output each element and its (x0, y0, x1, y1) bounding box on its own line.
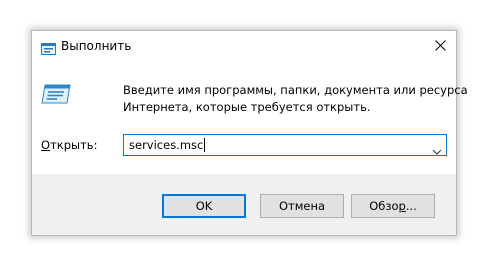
text-caret (204, 138, 206, 152)
open-input-value: services.msc (129, 138, 204, 152)
open-label: Открыть: (41, 137, 97, 153)
description-line: Введите имя программы, папки, документа … (123, 83, 468, 97)
button-bar: OK Отмена Обзор... (32, 174, 456, 235)
browse-button[interactable]: Обзор... (351, 194, 435, 218)
run-icon (41, 40, 56, 55)
page: Выполнить Введите имя программы, папки, … (0, 0, 489, 268)
browse-label-pre: Обзо (369, 199, 399, 213)
open-combobox[interactable]: services.msc (123, 134, 447, 156)
close-icon (435, 40, 446, 51)
open-label-text: ткрыть: (50, 138, 98, 152)
run-dialog: Выполнить Введите имя программы, папки, … (31, 30, 468, 236)
description-line: Интернета, которые требуется открыть. (123, 100, 371, 114)
title-bar[interactable]: Выполнить (32, 31, 456, 62)
dialog-description: Введите имя программы, папки, документа … (123, 82, 468, 116)
dialog-title: Выполнить (61, 39, 132, 53)
dialog-body: Введите имя программы, папки, документа … (32, 62, 468, 174)
dropdown-button[interactable] (432, 141, 442, 155)
chevron-down-icon (432, 149, 442, 155)
ok-button[interactable]: OK (162, 194, 246, 218)
open-input[interactable]: services.msc (129, 137, 206, 153)
browse-label-hotkey: р (398, 199, 406, 213)
run-icon (41, 82, 71, 106)
close-button[interactable] (426, 31, 456, 61)
browse-label-post: ... (405, 199, 417, 213)
cancel-button[interactable]: Отмена (260, 194, 344, 218)
open-label-hotkey: О (41, 138, 51, 152)
